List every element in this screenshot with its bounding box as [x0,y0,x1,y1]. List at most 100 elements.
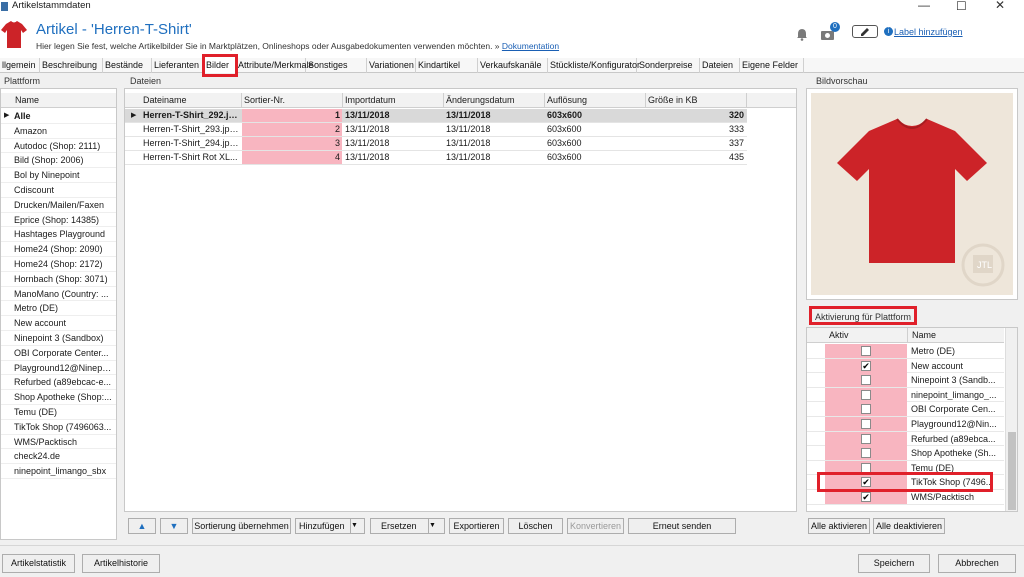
table-row[interactable]: Herren-T-Shirt_294.jpeg 3 13/11/2018 13/11/… [125,137,747,151]
platform-name: Ninepoint 3 (Sandbox) [14,333,104,343]
table-cell: 13/11/2018 [446,124,491,134]
activate-all-button[interactable]: Alle aktivieren [808,518,870,534]
chevron-down-icon[interactable]: ▼ [428,519,444,533]
active-checkbox[interactable] [861,389,871,400]
platform-list-item[interactable]: Ninepoint 3 (Sandbox) [1,331,116,346]
active-checkbox[interactable] [861,433,871,444]
tab-sonderpreise[interactable]: Sonderpreise [637,58,700,73]
cancel-button[interactable]: Abbrechen [938,554,1016,573]
article-history-button[interactable]: Artikelhistorie [82,554,160,573]
deactivate-all-button[interactable]: Alle deaktivieren [873,518,945,534]
platform-list-item[interactable]: Eprice (Shop: 14385) [1,213,116,228]
tab-dateien[interactable]: Dateien [700,58,740,73]
chevron-down-icon[interactable]: ▼ [350,519,364,533]
move-up-button[interactable]: ▲ [128,518,156,534]
tab-kindartikel[interactable]: Kindartikel [416,58,478,73]
documentation-link[interactable]: Dokumentation [502,41,559,51]
tab-stückliste-konfigurator[interactable]: Stückliste/Konfigurator [548,58,640,73]
platform-list-item[interactable]: check24.de [1,449,116,465]
platform-list-item[interactable]: Shop Apotheke (Shop:... [1,390,116,405]
platform-list-item[interactable]: Playground12@Ninepo... [1,361,116,376]
activation-row[interactable]: Playground12@Nin... [807,417,1004,432]
platform-list-item[interactable]: Drucken/Mailen/Faxen [1,198,116,213]
active-cell [825,373,907,388]
activation-row[interactable]: ✔ WMS/Packtisch [807,490,1004,505]
edit-button[interactable] [852,25,878,38]
table-row[interactable]: ▶ Herren-T-Shirt_292.jp... 1 13/11/2018 13/1… [125,109,747,123]
tab-attribute-merkmale[interactable]: Attribute/Merkmale [236,58,314,73]
platform-list-item[interactable]: Home24 (Shop: 2090) [1,242,116,257]
tab-beschreibung[interactable]: Beschreibung [40,58,103,73]
platform-list-item[interactable]: WMS/Packtisch [1,435,116,450]
files-column-header[interactable]: Größe in KB [648,95,744,105]
files-column-header[interactable]: Änderungsdatum [446,95,542,105]
platform-list-item[interactable]: Metro (DE) [1,301,116,317]
platform-list-item[interactable]: Bild (Shop: 2006) [1,153,116,169]
export-button[interactable]: Exportieren [449,518,504,534]
activation-row[interactable]: ninepoint_limango_... [807,387,1004,403]
tshirt-thumbnail [1,21,27,48]
table-cell: 3 [242,137,342,150]
active-checkbox[interactable] [861,419,871,429]
table-cell: 603x600 [547,138,582,148]
tab-llgemein[interactable]: llgemein [0,58,40,73]
platform-list-item[interactable]: Home24 (Shop: 2172) [1,257,116,272]
table-cell: 13/11/2018 [345,152,390,162]
platform-list-item[interactable]: OBI Corporate Center... [1,346,116,361]
article-statistics-button[interactable]: Artikelstatistik [2,554,75,573]
replace-button[interactable]: Ersetzen ▼ [370,518,445,534]
move-down-button[interactable]: ▼ [160,518,188,534]
table-row[interactable]: Herren-T-Shirt_293.jpeg 2 13/11/2018 13/11/… [125,123,747,137]
add-button[interactable]: Hinzufügen ▼ [295,518,365,534]
tab-bestände[interactable]: Bestände [103,58,152,73]
platform-list-item[interactable]: Hashtages Playground [1,227,116,243]
save-button[interactable]: Speichern [858,554,930,573]
files-column-header[interactable]: Sortier-Nr. [244,95,340,105]
bell-icon[interactable] [796,28,808,41]
tab-lieferanten[interactable]: Lieferanten [152,58,204,73]
files-column-header[interactable]: Dateiname [143,95,239,105]
active-checkbox[interactable] [861,448,871,459]
minimize-icon[interactable]: — [918,0,930,12]
tab-eigene-felder[interactable]: Eigene Felder [740,58,804,73]
activation-row[interactable]: ✔ New account [807,358,1004,374]
tab-variationen[interactable]: Variationen [367,58,416,73]
active-checkbox[interactable] [861,404,871,415]
platform-name: OBI Corporate Center... [14,347,109,358]
platform-list-item[interactable]: ManoMano (Country: ... [1,287,116,302]
apply-sort-button[interactable]: Sortierung übernehmen [192,518,291,534]
activation-row[interactable]: Metro (DE) [807,344,1004,359]
platform-list-item[interactable]: Hornbach (Shop: 3071) [1,272,116,287]
tab-sonstiges[interactable]: Sonstiges [306,58,367,73]
activation-scrollbar[interactable] [1005,328,1017,511]
tab-verkaufskanäle[interactable]: Verkaufskanäle [478,58,548,73]
scrollbar-thumb[interactable] [1008,432,1016,510]
platform-list-item[interactable]: Amazon [1,124,116,139]
add-label-link[interactable]: Label hinzufügen [894,27,963,37]
activation-row[interactable]: Refurbed (a89ebca... [807,431,1004,447]
platform-list-item[interactable]: Refurbed (a89ebcac-e... [1,375,116,391]
table-row[interactable]: Herren-T-Shirt Rot XL... 4 13/11/2018 13/11… [125,151,747,165]
maximize-icon[interactable]: ☐ [956,0,967,13]
platform-list-item[interactable]: Cdiscount [1,183,116,198]
platform-list-item[interactable]: ninepoint_limango_sbx [1,464,116,479]
activation-row[interactable]: Shop Apotheke (Sh... [807,446,1004,461]
active-checkbox[interactable]: ✔ [861,492,871,502]
files-column-header[interactable]: Auflösung [547,95,643,105]
resend-button[interactable]: Erneut senden [628,518,736,534]
platform-list-item[interactable]: TikTok Shop (7496063... [1,420,116,435]
platform-list-item[interactable]: Bol by Ninepoint [1,168,116,183]
table-cell: 13/11/2018 [446,138,491,148]
platform-list-item[interactable]: ▶ Alle [1,109,116,124]
platform-list-item[interactable]: Temu (DE) [1,405,116,420]
delete-button[interactable]: Löschen [508,518,563,534]
files-column-header[interactable]: Importdatum [345,95,441,105]
active-checkbox[interactable] [861,346,871,356]
platform-list-item[interactable]: Autodoc (Shop: 2111) [1,139,116,154]
active-checkbox[interactable]: ✔ [861,360,871,371]
platform-list-item[interactable]: New account [1,316,116,331]
activation-row[interactable]: Ninepoint 3 (Sandb... [807,373,1004,388]
activation-row[interactable]: OBI Corporate Cen... [807,402,1004,417]
active-checkbox[interactable] [861,375,871,386]
close-icon[interactable]: ✕ [995,0,1005,12]
